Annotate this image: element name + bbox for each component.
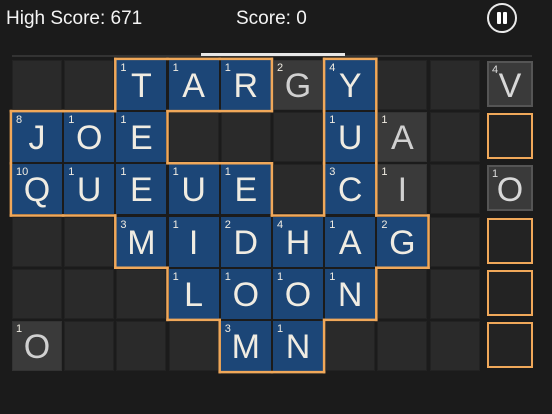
- tile-letter: A: [182, 67, 205, 105]
- empty-cell[interactable]: [64, 321, 115, 371]
- tile-letter: Y: [338, 67, 362, 105]
- letter-tile[interactable]: 1U: [168, 164, 219, 215]
- letter-tile[interactable]: 1O: [64, 112, 115, 163]
- empty-cell[interactable]: [429, 216, 480, 267]
- empty-cell[interactable]: [116, 321, 167, 371]
- tile-letter: N: [337, 275, 363, 314]
- letter-tile[interactable]: 4Y: [325, 60, 376, 110]
- empty-cell[interactable]: [273, 112, 323, 163]
- tile-letter: O: [232, 275, 260, 314]
- empty-cell[interactable]: [168, 321, 219, 371]
- tile-letter: D: [233, 223, 259, 262]
- empty-cell[interactable]: [429, 164, 480, 215]
- letter-tile[interactable]: 3M: [116, 216, 167, 267]
- letter-tile[interactable]: 1N: [325, 268, 376, 319]
- game-board: 1 T 1 A 1 R 2 G 4 Y 8 J 1 O 1 E 1 U 1 A 10 Q 1 U 1 E 1 U 1 E 3 C 1 I 3 M 1 I 2…: [0, 0, 552, 414]
- rack-tile-letter: V: [498, 67, 522, 105]
- tile-letter: J: [28, 119, 46, 158]
- rack-tile-letter: O: [496, 171, 524, 210]
- empty-cell[interactable]: [116, 268, 167, 319]
- tile-letter: L: [184, 275, 204, 314]
- empty-cell[interactable]: [12, 268, 62, 319]
- empty-cell[interactable]: [220, 112, 271, 163]
- letter-tile[interactable]: 1E: [220, 164, 271, 215]
- letter-tile[interactable]: 1A: [325, 216, 376, 267]
- tile-letter: G: [389, 223, 416, 262]
- tile-letter: T: [131, 67, 152, 105]
- letter-tile[interactable]: 1O: [273, 268, 323, 319]
- empty-cell[interactable]: [325, 321, 376, 371]
- empty-cell[interactable]: [64, 268, 115, 319]
- letter-tile[interactable]: 1R: [220, 60, 271, 110]
- letter-tile[interactable]: 3C: [325, 164, 376, 215]
- empty-cell[interactable]: [377, 321, 428, 371]
- letter-tile[interactable]: 1O: [220, 268, 271, 319]
- tile-letter: M: [127, 223, 156, 262]
- empty-cell[interactable]: [429, 60, 480, 110]
- rack-tile[interactable]: 1O: [487, 165, 533, 212]
- letter-tile[interactable]: 1O: [12, 321, 62, 371]
- tile-letter: U: [76, 171, 102, 210]
- letter-tile[interactable]: 1U: [325, 112, 376, 163]
- letter-tile[interactable]: 1A: [377, 112, 428, 163]
- letter-tile[interactable]: 1N: [273, 321, 323, 371]
- tile-letter: M: [231, 328, 260, 366]
- empty-cell[interactable]: [64, 60, 115, 110]
- empty-cell[interactable]: [12, 60, 62, 110]
- tile-letter: A: [338, 223, 362, 262]
- tile-letter: N: [285, 328, 311, 366]
- letter-tile[interactable]: 1T: [116, 60, 167, 110]
- rack-slot[interactable]: [487, 217, 533, 264]
- tile-letter: A: [391, 119, 414, 158]
- tile-letter: C: [337, 171, 363, 210]
- empty-cell[interactable]: [64, 216, 115, 267]
- letter-tile[interactable]: 1I: [377, 164, 428, 215]
- empty-cell[interactable]: [429, 321, 480, 371]
- tile-letter: I: [188, 223, 199, 262]
- tile-letter: G: [284, 67, 312, 105]
- tile-letter: E: [130, 119, 153, 158]
- tile-letter: R: [233, 67, 259, 105]
- rack-slot[interactable]: [487, 113, 533, 160]
- tile-letter: U: [181, 171, 206, 210]
- tile-letter: I: [397, 171, 408, 210]
- tile-letter: O: [23, 328, 51, 366]
- letter-tile[interactable]: 1E: [116, 112, 167, 163]
- rack-slot[interactable]: [487, 322, 533, 368]
- tile-letter: E: [234, 171, 258, 210]
- tile-letter: U: [337, 119, 363, 158]
- letter-tile[interactable]: 1A: [168, 60, 219, 110]
- letter-tile[interactable]: 8J: [12, 112, 62, 163]
- letter-tile[interactable]: 3M: [220, 321, 271, 371]
- empty-cell[interactable]: [377, 268, 428, 319]
- empty-cell[interactable]: [429, 112, 480, 163]
- letter-tile[interactable]: 1U: [64, 164, 115, 215]
- rack-slot[interactable]: [487, 269, 533, 316]
- tile-letter: O: [284, 275, 312, 314]
- letter-tile[interactable]: 2G: [377, 216, 428, 267]
- tile-letter: Q: [23, 171, 51, 210]
- letter-tile[interactable]: 1E: [116, 164, 167, 215]
- tile-letter: E: [130, 171, 153, 210]
- empty-cell[interactable]: [12, 216, 62, 267]
- empty-cell[interactable]: [273, 164, 323, 215]
- empty-cell[interactable]: [429, 268, 480, 319]
- rack-tile[interactable]: 4V: [487, 61, 533, 107]
- tile-letter: O: [75, 119, 103, 158]
- letter-tile[interactable]: 10 Q: [12, 164, 62, 215]
- letter-tile[interactable]: 1L: [168, 268, 219, 319]
- letter-tile[interactable]: 1I: [168, 216, 219, 267]
- letter-tile[interactable]: 4H: [273, 216, 323, 267]
- tile-letter: H: [285, 223, 311, 262]
- letter-tile[interactable]: 2D: [220, 216, 271, 267]
- empty-cell[interactable]: [377, 60, 428, 110]
- empty-cell[interactable]: [168, 112, 219, 163]
- letter-tile[interactable]: 2G: [273, 60, 323, 110]
